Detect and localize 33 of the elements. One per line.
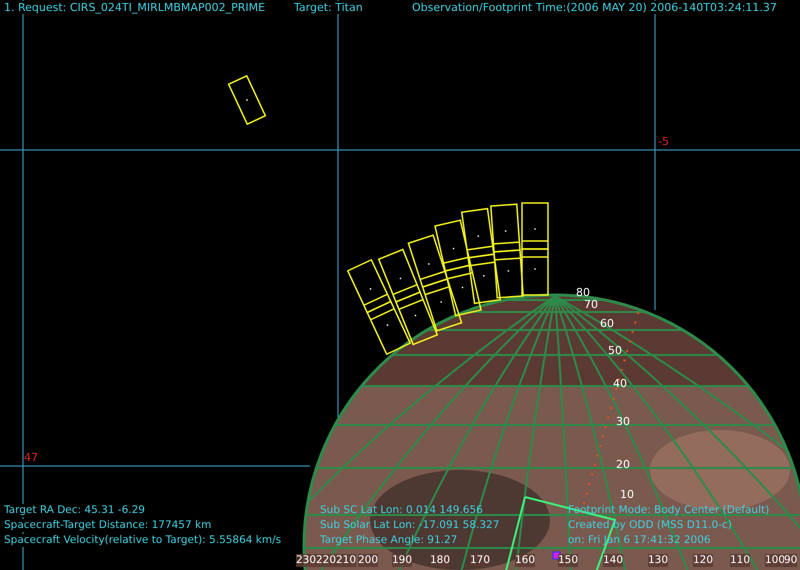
longitude-label: 100 — [765, 554, 786, 567]
longitude-label: 140 — [603, 554, 624, 567]
longitude-label: 200 — [358, 554, 378, 567]
longitude-label: 150 — [558, 554, 578, 567]
longitude-label: 230 — [296, 554, 316, 567]
info-text: Target Phase Angle: 91.27 — [320, 534, 458, 547]
longitude-label: 220 — [316, 554, 336, 567]
info-text: Spacecraft Velocity(relative to Target): 5.55864 km/s — [4, 534, 282, 547]
latitude-label: 10 — [620, 488, 634, 501]
longitude-label: 180 — [430, 554, 450, 567]
longitude-label: 160 — [515, 554, 536, 567]
info-text: Sub SC Lat Lon: 0.014 149.656 — [320, 504, 484, 517]
grid-label: 47 — [24, 451, 38, 464]
longitude-label: 170 — [470, 554, 490, 567]
info-text: Sub Solar Lat Lon: -17.091 58.327 — [320, 519, 500, 532]
longitude-label: 130 — [648, 554, 668, 567]
info-text: Created by ODD (MSS D11.0-c) — [568, 519, 733, 532]
latitude-label: 80 — [576, 286, 590, 299]
longitude-label: 110 — [730, 554, 750, 567]
observation-time-label: Observation/Footprint Time:(2006 MAY 20) 2006-140T03:24:11.37 — [412, 1, 777, 14]
latitude-label: 60 — [600, 317, 614, 330]
request-label: 1. Request: CIRS_024TI_MIRLMBMAP002_PRIME — [4, 1, 266, 14]
latitude-label: 50 — [608, 344, 622, 357]
longitude-label: 90 — [784, 554, 798, 567]
longitude-label: 120 — [693, 554, 714, 567]
latitude-label: 40 — [613, 377, 627, 390]
grid-label: -5 — [658, 135, 669, 148]
longitude-label: 190 — [392, 554, 412, 567]
longitude-label: 210 — [336, 554, 356, 567]
latitude-label: 70 — [584, 298, 598, 311]
target-label: Target: Titan — [294, 1, 363, 14]
latitude-label: 30 — [616, 415, 630, 428]
latitude-label: 20 — [616, 458, 630, 471]
